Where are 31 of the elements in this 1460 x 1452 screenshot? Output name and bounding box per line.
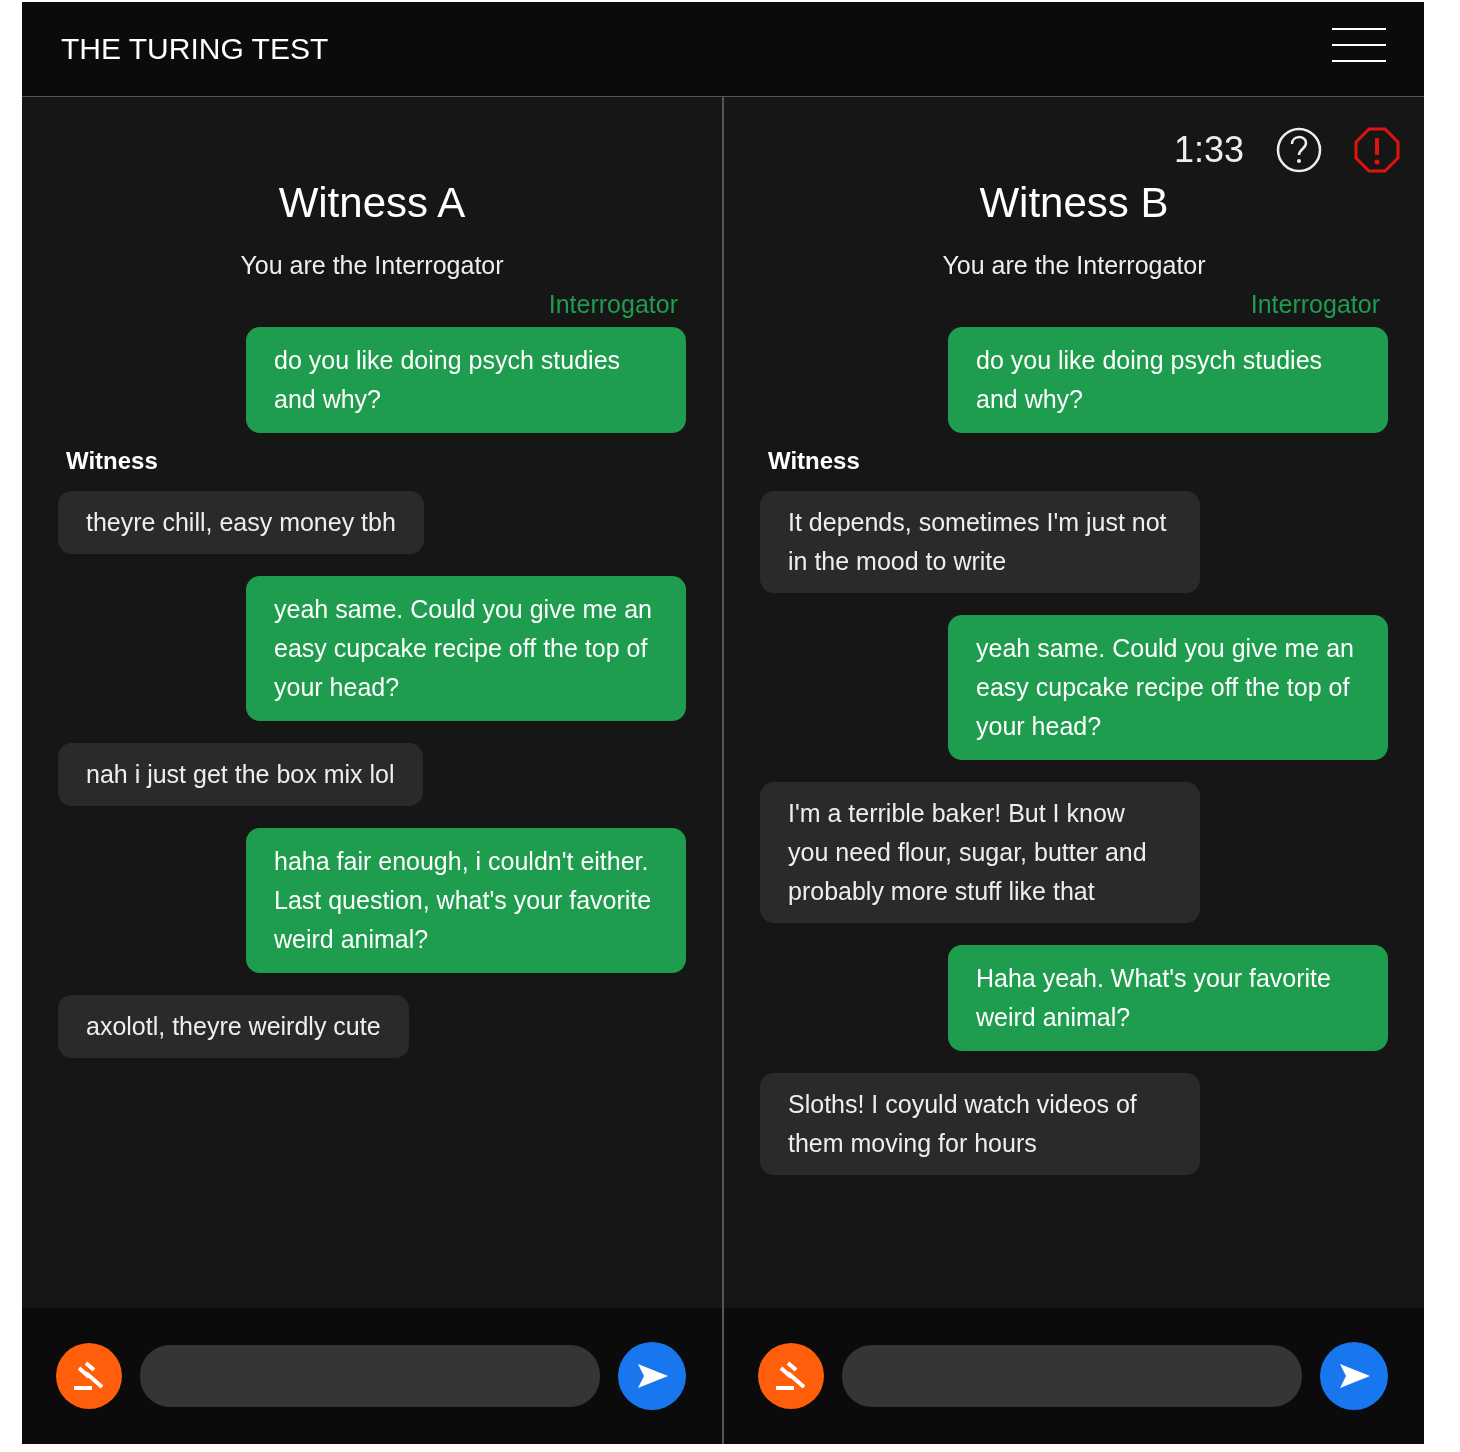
message-bubble: Haha yeah. What's your favorite weird animal? — [948, 945, 1388, 1051]
message-bubble: Sloths! I coyuld watch videos of them moving for hours — [760, 1073, 1200, 1175]
message-bubble: do you like doing psych studies and why? — [246, 327, 686, 433]
message-input[interactable] — [140, 1345, 600, 1407]
message-input[interactable] — [842, 1345, 1302, 1407]
message-bubble: axolotl, theyre weirdly cute — [58, 995, 409, 1058]
sender-label: Witness — [768, 447, 861, 475]
timer: 1:33 — [1173, 129, 1244, 171]
sender-label: Interrogator — [548, 290, 678, 319]
send-icon[interactable] — [1320, 1342, 1388, 1410]
message-bubble: haha fair enough, i couldn't either. Last question, what's your favorite weird animal? — [246, 828, 686, 973]
report-icon[interactable] — [1354, 127, 1400, 173]
message-bubble: I'm a terrible baker! But I know you need flour, sugar, butter and probably more stuff like that — [760, 782, 1200, 923]
sender-label: Interrogator — [1250, 290, 1380, 319]
message-bubble: yeah same. Could you give me an easy cupcake recipe off the top of your head? — [246, 576, 686, 721]
message-bubble: do you like doing psych studies and why? — [948, 327, 1388, 433]
message-bubble: yeah same. Could you give me an easy cupcake recipe off the top of your head? — [948, 615, 1388, 760]
help-icon[interactable] — [1276, 127, 1322, 173]
sender-label: Witness — [66, 447, 159, 475]
role-text: You are the Interrogator — [941, 251, 1207, 280]
send-icon[interactable] — [618, 1342, 686, 1410]
app-title: THE TURING TEST — [61, 32, 329, 66]
gavel-icon[interactable] — [758, 1343, 824, 1409]
message-bubble: theyre chill, easy money tbh — [58, 491, 424, 554]
role-text: You are the Interrogator — [239, 251, 505, 280]
witness-title: Witness B — [978, 179, 1170, 227]
gavel-icon[interactable] — [56, 1343, 122, 1409]
witness-title: Witness A — [277, 179, 467, 227]
message-bubble: It depends, sometimes I'm just not in the mood to write — [760, 491, 1200, 593]
message-bubble: nah i just get the box mix lol — [58, 743, 423, 806]
menu-icon[interactable] — [1332, 27, 1386, 63]
